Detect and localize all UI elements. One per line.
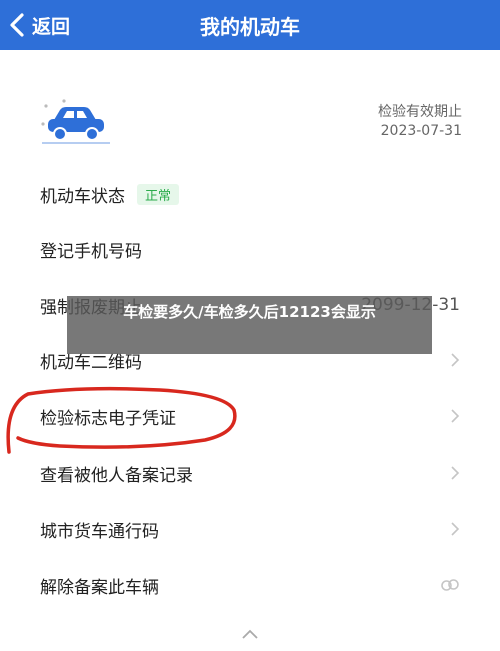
link-icon xyxy=(441,579,459,591)
row-label: 检验标志电子凭证 xyxy=(40,408,176,429)
overlay-caption: 车检要多久/车检多久后12123会显示 xyxy=(67,296,432,354)
status-badge: 正常 xyxy=(137,183,180,205)
row-label: 查看被他人备案记录 xyxy=(40,465,193,486)
row-unbind-vehicle[interactable]: 解除备案此车辆 xyxy=(40,565,460,605)
chevron-right-icon xyxy=(451,522,460,536)
row-vehicle-status: 机动车状态 正常 xyxy=(40,174,460,214)
inspection-validity: 检验有效期止 2023-07-31 xyxy=(378,103,462,141)
chevron-right-icon xyxy=(451,353,460,367)
row-truck-pass-code[interactable]: 城市货车通行码 xyxy=(40,509,460,549)
row-label: 登记手机号码 xyxy=(40,241,142,262)
row-inspection-certificate[interactable]: 检验标志电子凭证 xyxy=(40,396,460,436)
chevron-up-icon[interactable] xyxy=(240,628,260,640)
validity-label: 检验有效期止 xyxy=(378,104,462,120)
row-label: 机动车状态 xyxy=(40,186,125,207)
chevron-right-icon xyxy=(451,466,460,480)
validity-date: 2023-07-31 xyxy=(380,123,462,139)
top-bar: 返回 我的机动车 xyxy=(0,0,500,50)
row-phone-number[interactable]: 登记手机号码 xyxy=(40,229,460,269)
page-title: 我的机动车 xyxy=(200,15,300,39)
row-label: 城市货车通行码 xyxy=(40,521,159,542)
row-label: 解除备案此车辆 xyxy=(40,577,159,598)
chevron-right-icon xyxy=(451,409,460,423)
car-icon xyxy=(40,98,110,152)
row-filing-records[interactable]: 查看被他人备案记录 xyxy=(40,453,460,493)
